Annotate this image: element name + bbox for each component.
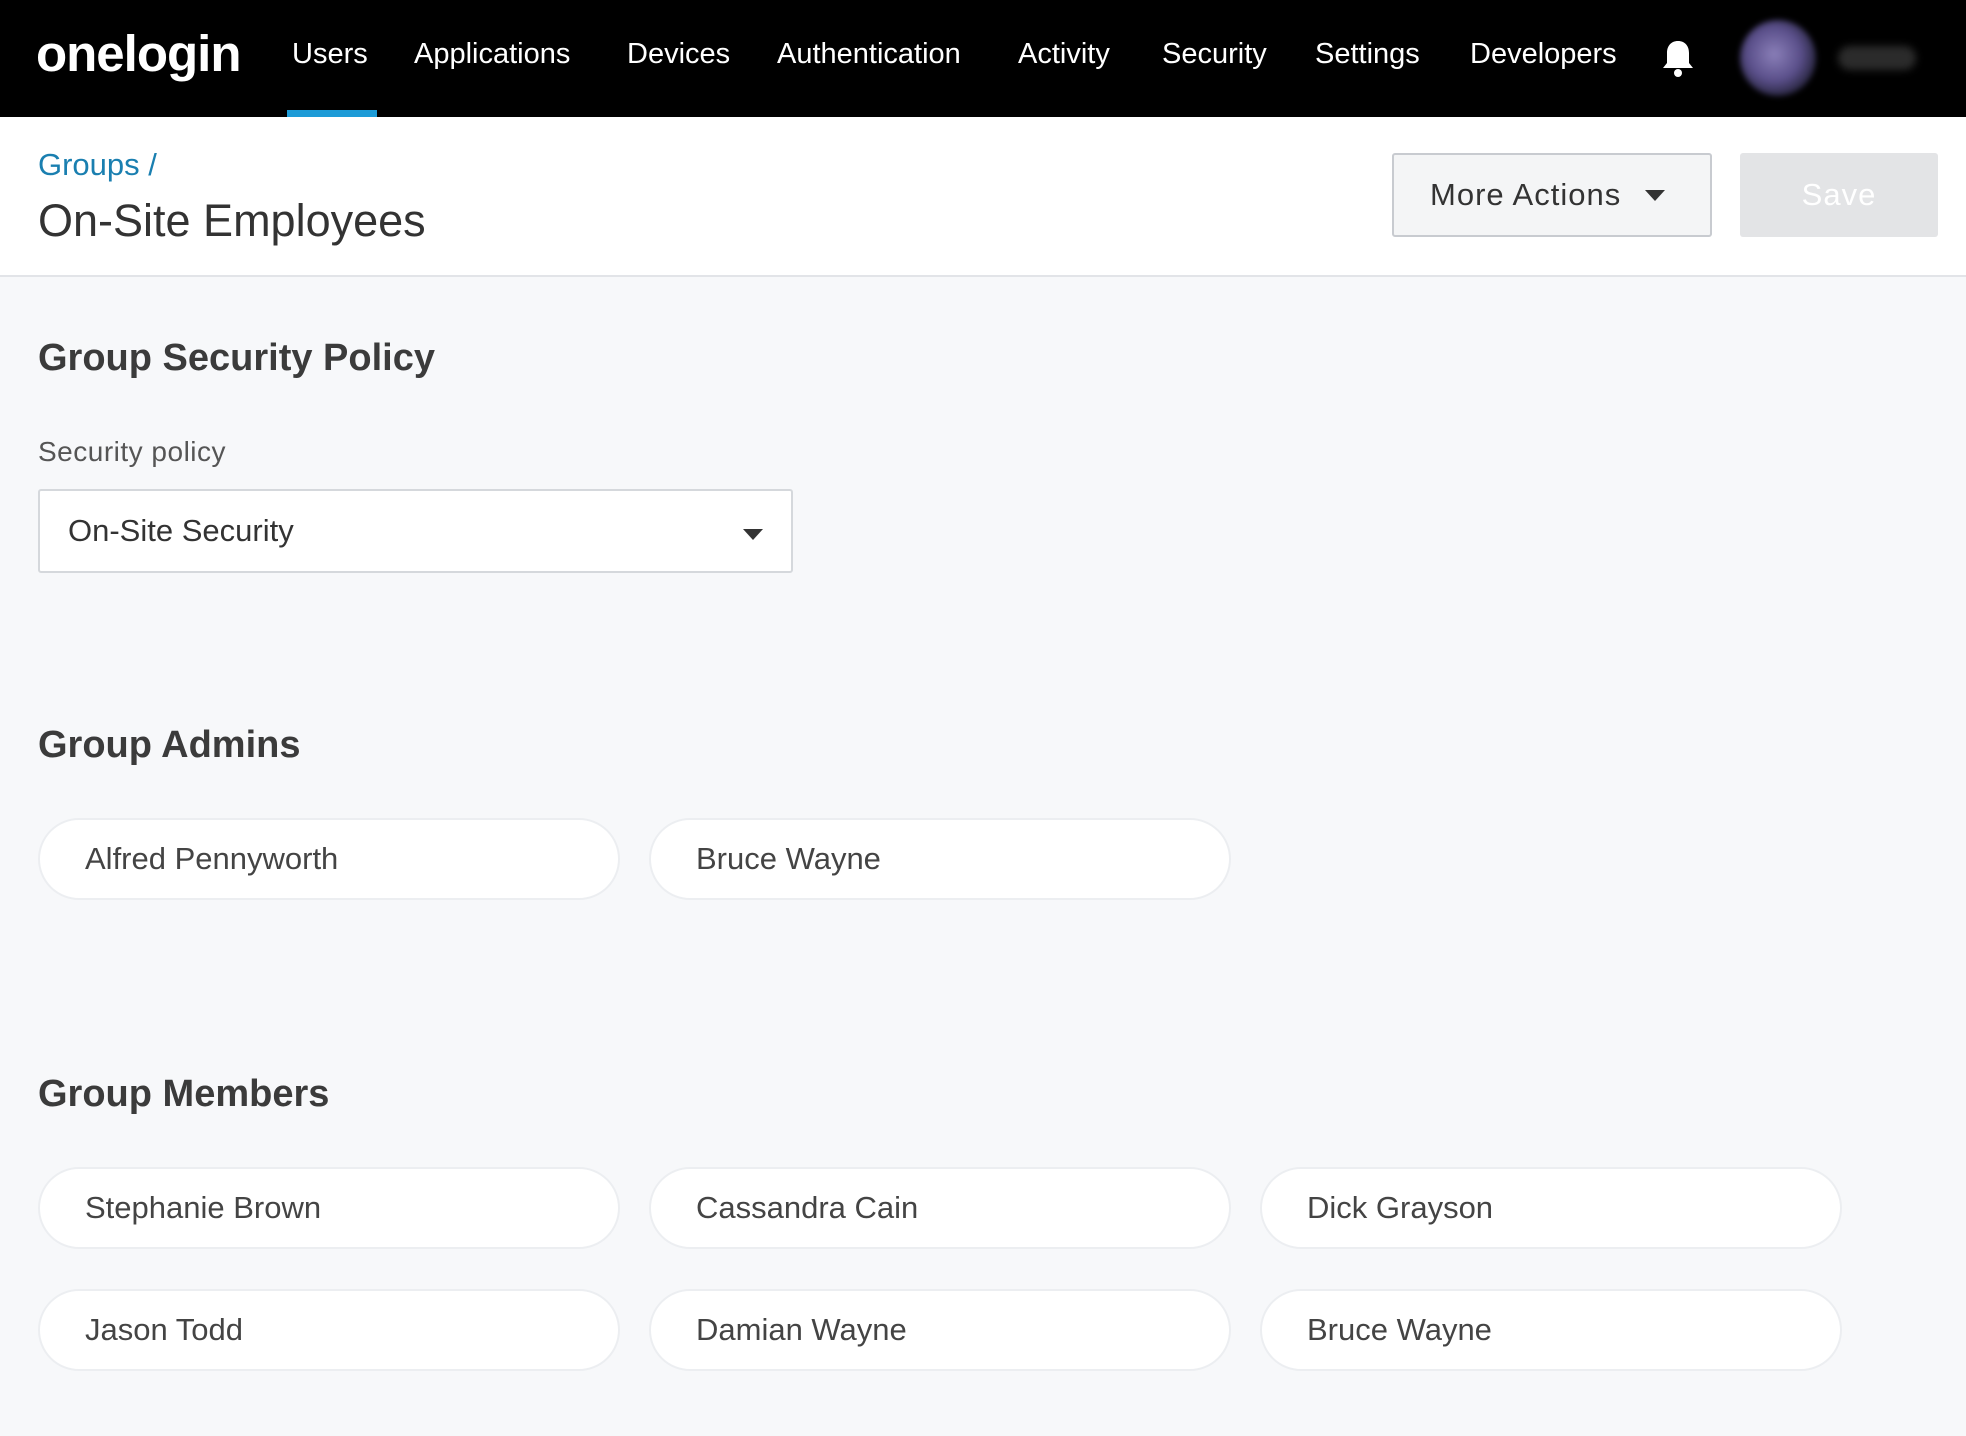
active-tab-indicator xyxy=(287,110,377,117)
member-chip[interactable]: Jason Todd xyxy=(38,1289,620,1371)
group-admins-heading: Group Admins xyxy=(38,724,301,766)
nav-item-activity[interactable]: Activity xyxy=(1018,38,1110,71)
top-navbar: onelogin Users Applications Devices Auth… xyxy=(0,0,1966,117)
nav-item-authentication[interactable]: Authentication xyxy=(777,38,961,71)
admin-chip[interactable]: Bruce Wayne xyxy=(649,818,1231,900)
security-policy-label: Security policy xyxy=(38,436,227,467)
member-chip[interactable]: Stephanie Brown xyxy=(38,1167,620,1249)
page-header: Groups / On-Site Employees More Actions … xyxy=(0,117,1966,277)
bell-icon[interactable] xyxy=(1660,38,1696,78)
save-button[interactable]: Save xyxy=(1740,153,1938,237)
nav-item-users[interactable]: Users xyxy=(292,38,368,71)
nav-item-security[interactable]: Security xyxy=(1162,38,1267,71)
member-chip[interactable]: Cassandra Cain xyxy=(649,1167,1231,1249)
caret-down-icon xyxy=(1645,189,1666,201)
breadcrumb-groups[interactable]: Groups / xyxy=(38,147,157,183)
security-policy-value: On-Site Security xyxy=(68,513,294,548)
admin-chip[interactable]: Alfred Pennyworth xyxy=(38,818,620,900)
group-members-heading: Group Members xyxy=(38,1073,330,1115)
nav-item-applications[interactable]: Applications xyxy=(414,38,570,71)
avatar[interactable] xyxy=(1740,20,1816,96)
security-policy-select[interactable]: On-Site Security xyxy=(38,489,793,573)
member-chip[interactable]: Damian Wayne xyxy=(649,1289,1231,1371)
page-title: On-Site Employees xyxy=(38,195,426,246)
more-actions-button[interactable]: More Actions xyxy=(1392,153,1712,237)
member-chip[interactable]: Dick Grayson xyxy=(1260,1167,1842,1249)
nav-item-developers[interactable]: Developers xyxy=(1470,38,1617,71)
member-chip[interactable]: Bruce Wayne xyxy=(1260,1289,1842,1371)
user-name-blurred[interactable] xyxy=(1838,46,1916,70)
security-policy-heading: Group Security Policy xyxy=(38,337,435,379)
nav-item-settings[interactable]: Settings xyxy=(1315,38,1420,71)
more-actions-label: More Actions xyxy=(1430,177,1622,212)
onelogin-logo[interactable]: onelogin xyxy=(36,24,241,83)
caret-down-icon xyxy=(743,529,763,540)
nav-item-devices[interactable]: Devices xyxy=(627,38,730,71)
